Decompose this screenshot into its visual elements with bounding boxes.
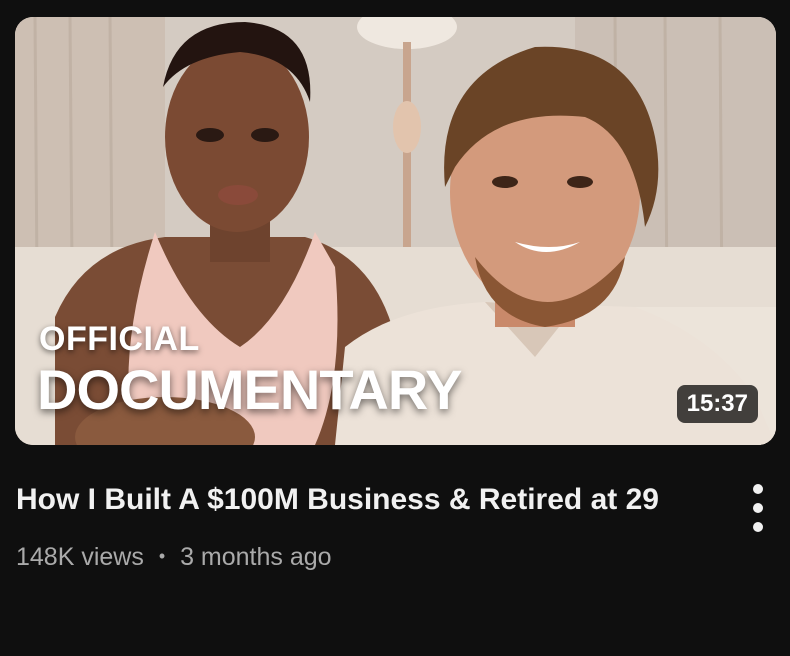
metadata-separator: • xyxy=(158,546,166,566)
thumbnail-overlay-title-small: OFFICIAL xyxy=(39,320,200,358)
video-card[interactable]: OFFICIAL DOCUMENTARY 15:37 How I Built A… xyxy=(0,0,790,656)
view-count: 148K views xyxy=(16,543,144,571)
duration-badge: 15:37 xyxy=(676,385,758,423)
more-vert-icon[interactable] xyxy=(744,484,772,532)
video-title[interactable]: How I Built A $100M Business & Retired a… xyxy=(16,478,716,522)
video-metadata: 148K views • 3 months ago xyxy=(16,540,716,573)
video-details: How I Built A $100M Business & Retired a… xyxy=(16,478,716,573)
upload-age: 3 months ago xyxy=(180,543,332,571)
thumbnail-overlay-title-large: DOCUMENTARY xyxy=(37,358,463,421)
menu-dot xyxy=(753,503,763,513)
menu-dot xyxy=(753,484,763,494)
menu-dot xyxy=(753,522,763,532)
video-thumbnail[interactable]: OFFICIAL DOCUMENTARY 15:37 xyxy=(15,17,776,445)
